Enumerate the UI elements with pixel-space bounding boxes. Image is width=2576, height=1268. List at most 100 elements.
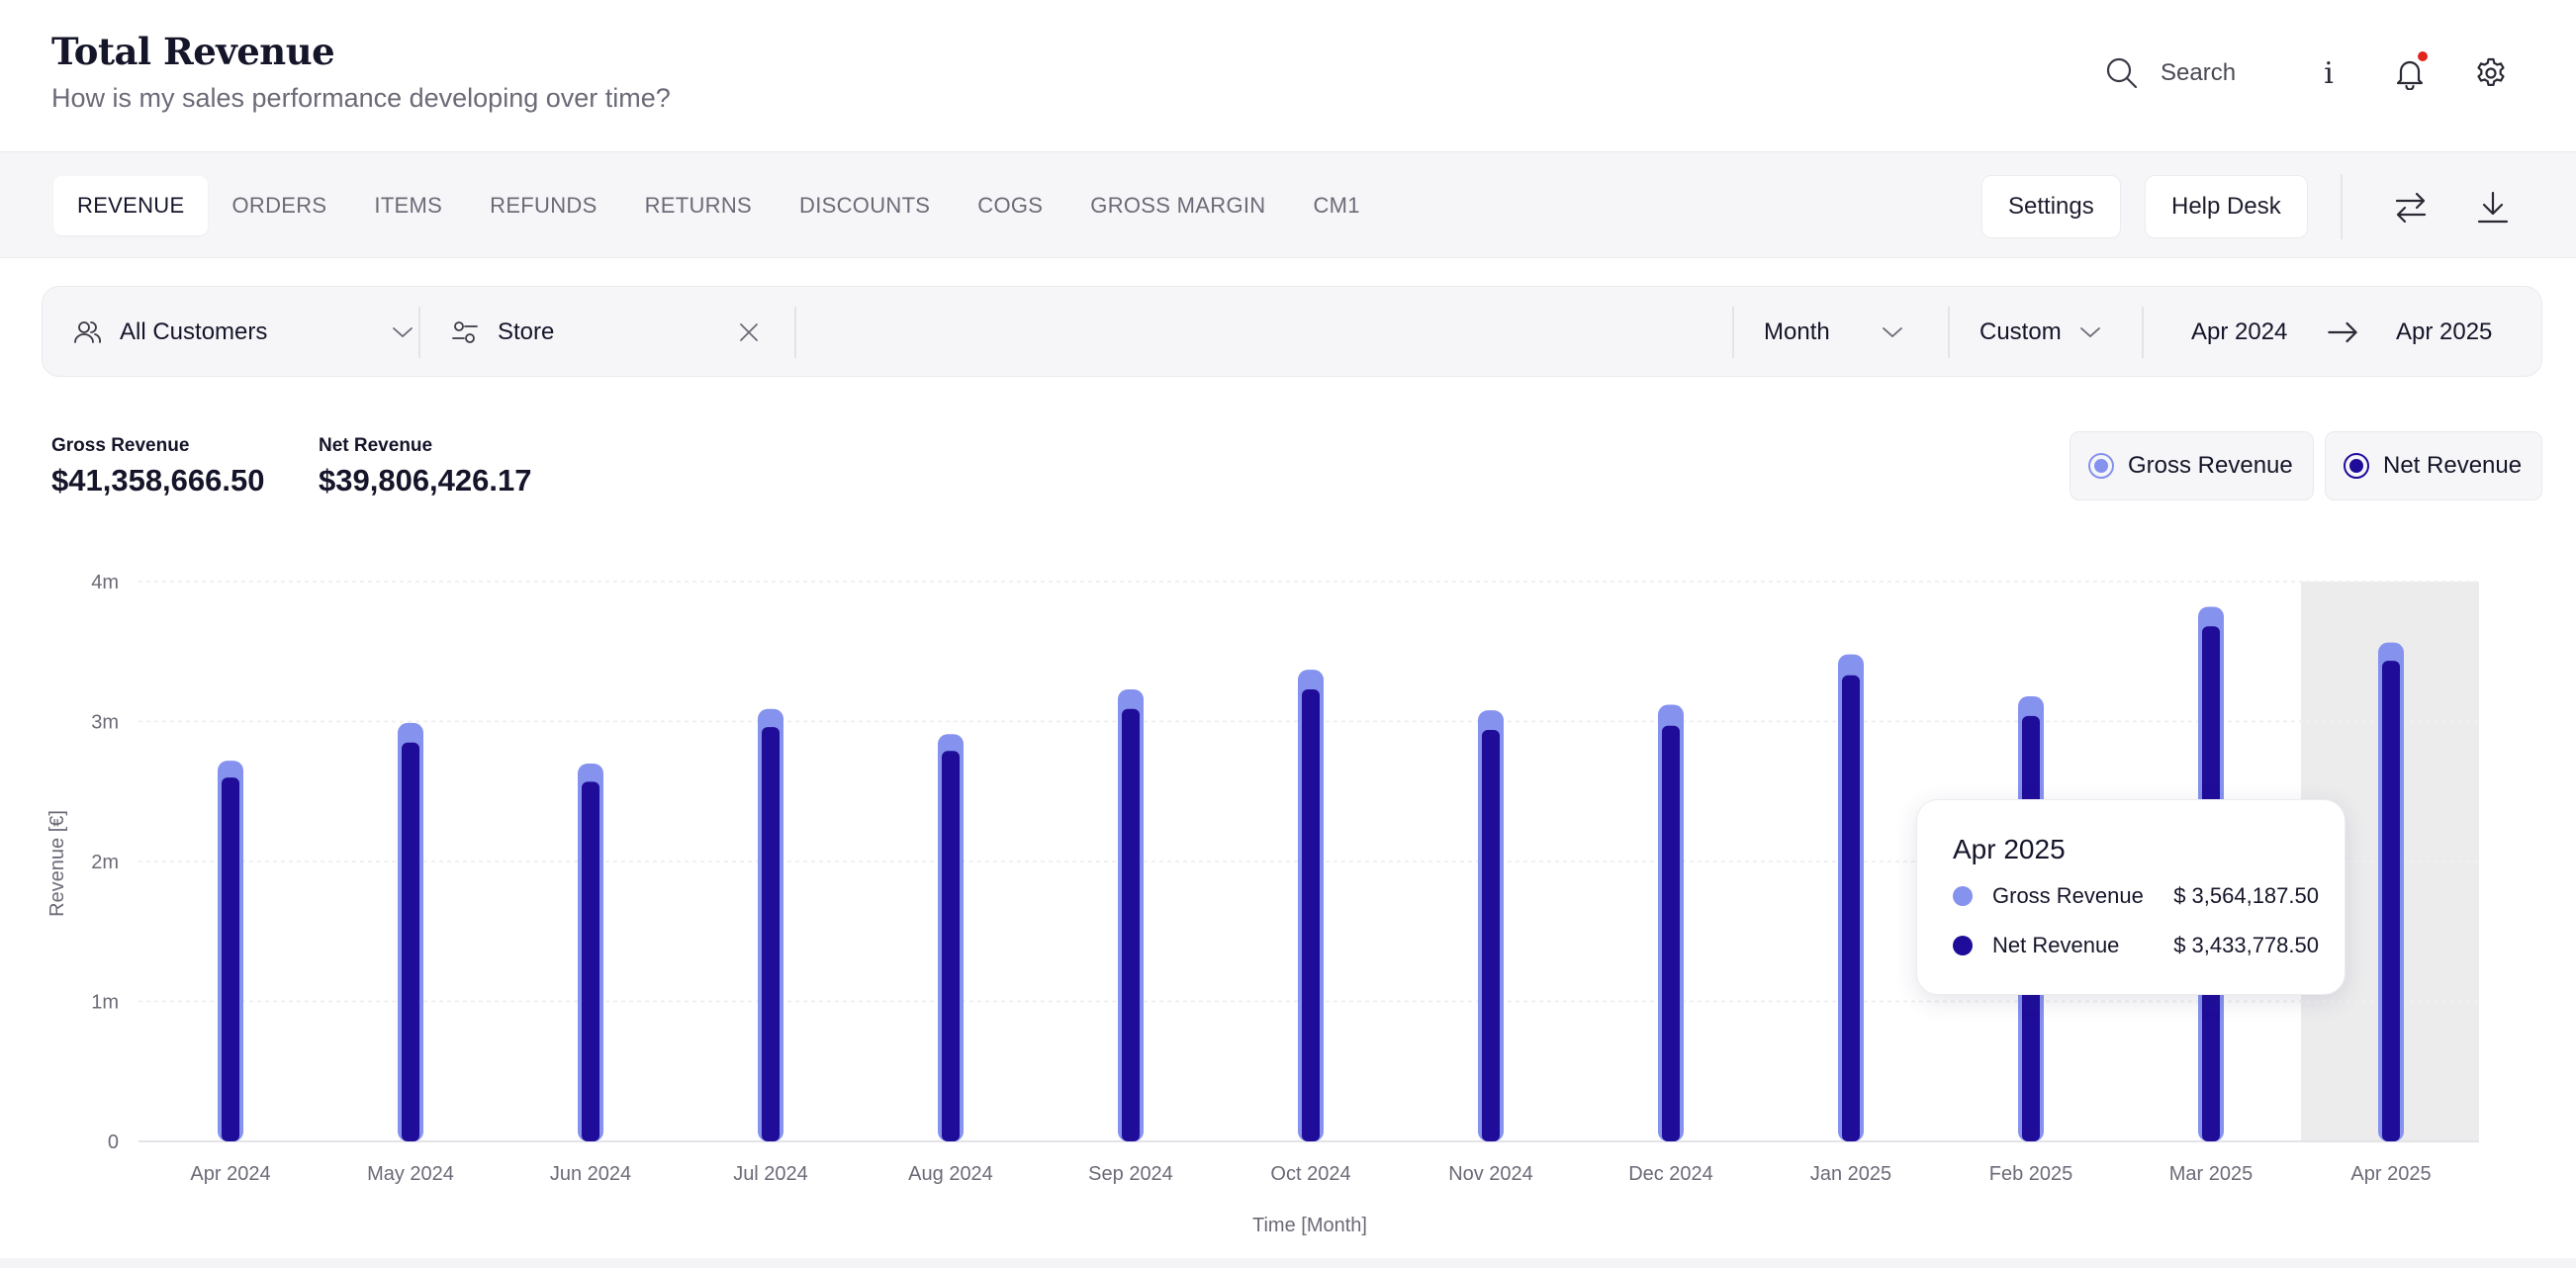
tab-revenue[interactable]: REVENUE [53, 176, 209, 235]
bar-net-revenue [222, 777, 239, 1141]
filter-divider [794, 307, 796, 358]
y-tick-label: 0 [108, 1132, 119, 1153]
gross-revenue-toggle-label: Gross Revenue [2128, 452, 2293, 479]
chevron-down-icon [393, 327, 413, 338]
info-icon: i [2324, 55, 2334, 91]
swap-arrows-icon [2395, 192, 2427, 224]
x-tick-label: May 2024 [367, 1163, 454, 1185]
tooltip-gross-value: $ 3,564,187.50 [2173, 883, 2319, 908]
gross-revenue-label: Gross Revenue [51, 435, 190, 456]
tooltip-net-label: Net Revenue [1992, 933, 2120, 957]
toolbar-divider [2341, 174, 2343, 239]
tab-gross-margin[interactable]: GROSS MARGIN [1066, 176, 1289, 235]
notification-badge [2418, 51, 2428, 61]
bar-net-revenue [942, 751, 960, 1141]
tabs-bar: REVENUE ORDERS ITEMS REFUNDS RETURNS DIS… [0, 151, 2576, 258]
info-button[interactable]: i [2311, 55, 2346, 91]
net-revenue-toggle[interactable]: Net Revenue [2325, 431, 2543, 500]
radio-icon [2088, 453, 2114, 479]
page-subtitle: How is my sales performance developing o… [51, 83, 671, 113]
tab-refunds[interactable]: REFUNDS [466, 176, 620, 235]
tooltip-gross-label: Gross Revenue [1992, 883, 2144, 908]
chart-tooltip: Apr 2025 Gross Revenue $ 3,564,187.50 Ne… [1916, 799, 2346, 995]
tooltip-net-value: $ 3,433,778.50 [2173, 933, 2319, 957]
x-tick-label: Mar 2025 [2169, 1163, 2254, 1185]
swap-button[interactable] [2391, 188, 2431, 227]
filter-divider [418, 307, 420, 358]
metric-tabs: REVENUE ORDERS ITEMS REFUNDS RETURNS DIS… [53, 176, 1384, 235]
range-mode-select[interactable]: Custom [1979, 287, 2128, 378]
y-tick-label: 2m [91, 852, 119, 873]
search-button[interactable]: Search [2105, 53, 2236, 93]
filter-divider [1732, 307, 1734, 358]
filter-sliders-icon [452, 321, 478, 343]
filter-bar: All Customers Store Month Custom Apr 202… [42, 286, 2542, 377]
gross-revenue-toggle[interactable]: Gross Revenue [2070, 431, 2314, 500]
customer-select[interactable]: All Customers [72, 287, 424, 378]
x-tick-label: Feb 2025 [1989, 1163, 2073, 1185]
users-icon [74, 321, 101, 343]
granularity-value: Month [1764, 318, 1830, 345]
net-revenue-value: $39,806,426.17 [319, 463, 532, 498]
gross-revenue-value: $41,358,666.50 [51, 463, 265, 498]
bar-net-revenue [402, 742, 419, 1141]
gear-icon [2477, 57, 2505, 86]
close-icon [740, 323, 758, 341]
filter-divider [2142, 307, 2144, 358]
bar-net-revenue [1662, 725, 1680, 1141]
page-title: Total Revenue [51, 30, 335, 73]
net-swatch [1953, 936, 1973, 955]
y-tick-label: 4m [91, 572, 119, 593]
bar-net-revenue [2382, 661, 2400, 1141]
store-filter-value: Store [498, 318, 555, 345]
granularity-select[interactable]: Month [1764, 287, 1932, 378]
bell-icon [2396, 60, 2424, 90]
bar-net-revenue [582, 781, 599, 1141]
search-label: Search [2161, 59, 2237, 86]
chevron-down-icon [2080, 327, 2100, 338]
settings-gear-button[interactable] [2473, 55, 2509, 91]
tab-returns[interactable]: RETURNS [621, 176, 776, 235]
x-tick-label: Jun 2024 [550, 1163, 631, 1185]
tab-discounts[interactable]: DISCOUNTS [776, 176, 954, 235]
tab-orders[interactable]: ORDERS [208, 176, 350, 235]
net-revenue-label: Net Revenue [319, 435, 433, 456]
x-tick-label: Jan 2025 [1810, 1163, 1891, 1185]
date-to[interactable]: Apr 2025 [2396, 287, 2492, 378]
tooltip-row-gross: Gross Revenue $ 3,564,187.50 [1953, 881, 2319, 911]
x-axis-title: Time [Month] [1252, 1215, 1367, 1236]
chevron-down-icon [1883, 327, 1902, 338]
bottom-strip [0, 1258, 2576, 1268]
x-tick-label: Jul 2024 [733, 1163, 808, 1185]
bar-net-revenue [1842, 675, 1860, 1141]
settings-button[interactable]: Settings [1981, 175, 2121, 238]
download-icon [2477, 191, 2509, 224]
y-tick-label: 1m [91, 992, 119, 1014]
gross-swatch [1953, 886, 1973, 906]
tab-cogs[interactable]: COGS [954, 176, 1066, 235]
range-mode-value: Custom [1979, 318, 2062, 345]
customer-select-value: All Customers [120, 318, 268, 345]
net-revenue-toggle-label: Net Revenue [2383, 452, 2523, 479]
tab-cm1[interactable]: CM1 [1289, 176, 1383, 235]
x-tick-label: Aug 2024 [908, 1163, 993, 1185]
bar-net-revenue [1122, 708, 1140, 1141]
tab-items[interactable]: ITEMS [350, 176, 466, 235]
x-tick-label: Nov 2024 [1448, 1163, 1533, 1185]
y-axis-title: Revenue [€] [46, 810, 68, 917]
y-tick-label: 3m [91, 712, 119, 734]
bar-net-revenue [1302, 688, 1320, 1141]
clear-store-button[interactable] [735, 318, 763, 346]
x-tick-label: Oct 2024 [1270, 1163, 1350, 1185]
filter-divider [1948, 307, 1950, 358]
radio-icon [2344, 453, 2369, 479]
header: Total Revenue How is my sales performanc… [0, 0, 2576, 151]
download-button[interactable] [2473, 188, 2513, 227]
tooltip-title: Apr 2025 [1953, 834, 2066, 864]
bar-net-revenue [762, 727, 780, 1141]
x-tick-label: Dec 2024 [1628, 1163, 1713, 1185]
tooltip-row-net: Net Revenue $ 3,433,778.50 [1953, 931, 2319, 960]
date-from[interactable]: Apr 2024 [2191, 287, 2287, 378]
help-desk-button[interactable]: Help Desk [2145, 175, 2308, 238]
notifications-button[interactable] [2392, 51, 2428, 91]
